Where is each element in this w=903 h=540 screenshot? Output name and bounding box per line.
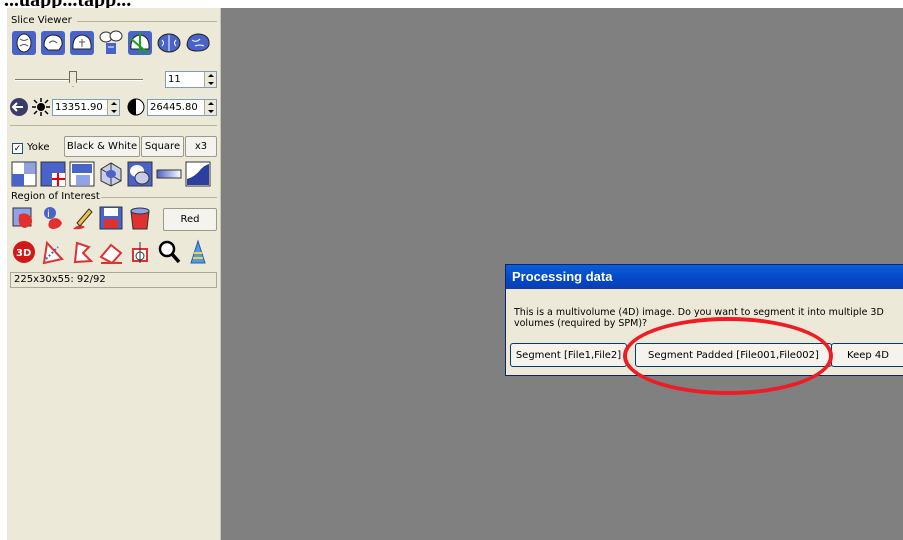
roi-color-button[interactable]: Red (163, 208, 217, 231)
x3-button[interactable]: x3 (185, 136, 217, 157)
coronal-view-icon[interactable] (68, 29, 96, 57)
freehand-outline-icon[interactable] (68, 238, 96, 266)
yoke-label: Yoke (27, 142, 50, 153)
sagittal-view-icon[interactable] (39, 29, 67, 57)
contrast-field[interactable]: 26445.80 (147, 99, 217, 116)
slice-number-field[interactable]: 11 (165, 71, 217, 88)
processing-dialog: Processing data This is a multivolume (4… (505, 264, 903, 376)
dialog-title: Processing data (506, 265, 903, 289)
histogram-icon[interactable] (184, 160, 212, 188)
freehand-fill-icon[interactable] (39, 238, 67, 266)
roi-save-icon[interactable] (97, 204, 125, 232)
black-white-button[interactable]: Black & White (64, 136, 140, 157)
svg-text:3D: 3D (16, 248, 31, 259)
segment-button[interactable]: Segment [File1,File2] (510, 343, 627, 367)
brightness-icon (31, 97, 51, 117)
roi-label: Region of Interest (11, 191, 100, 202)
contrast-spinner[interactable] (204, 100, 216, 115)
group-divider (77, 21, 217, 22)
cut-icon[interactable] (126, 238, 154, 266)
roi-icon-row: i (10, 204, 154, 232)
segment-padded-button[interactable]: Segment Padded [File001,File002] (635, 343, 832, 367)
slice-spinner[interactable] (204, 72, 216, 87)
left-control-panel: Slice Viewer 11 13351.90 26445.80 ✓ Yoke… (7, 8, 221, 540)
contrast-icon (127, 98, 145, 116)
arrow-left-icon[interactable] (9, 97, 29, 117)
overlay-layout-icon[interactable] (10, 160, 38, 188)
brightness-value: 13351.90 (55, 102, 103, 113)
axial-view-icon[interactable] (10, 29, 38, 57)
render-side-icon[interactable] (184, 29, 212, 57)
layout-icon-row (10, 160, 212, 188)
3d-render-icon[interactable] (97, 160, 125, 188)
slice-number-value: 11 (168, 74, 181, 85)
mosaic-layout-icon[interactable] (126, 160, 154, 188)
roi-info-icon[interactable]: i (39, 204, 67, 232)
colorbar-icon[interactable] (155, 160, 183, 188)
roi-open-icon[interactable] (10, 204, 38, 232)
3d-roi-icon[interactable]: 3D (10, 238, 38, 266)
view-icon-row (10, 29, 212, 57)
contrast-value: 26445.80 (150, 102, 198, 113)
status-bar: 225x30x55: 92/92 (10, 272, 217, 288)
crosshair-layout-icon[interactable] (39, 160, 67, 188)
draw-tool-row: 3D (10, 238, 212, 266)
dialog-message: This is a multivolume (4D) image. Do you… (514, 307, 884, 329)
roi-pen-icon[interactable] (68, 204, 96, 232)
crosshair-view-icon[interactable] (126, 29, 154, 57)
group-divider (101, 197, 217, 198)
slice-viewer-label: Slice Viewer (11, 15, 72, 26)
keep-4d-button[interactable]: Keep 4D (831, 343, 903, 367)
roi-clear-icon[interactable] (126, 204, 154, 232)
yoke-checkbox[interactable]: ✓ (12, 143, 23, 154)
slice-slider-track[interactable] (15, 79, 143, 81)
brightness-spinner[interactable] (107, 100, 119, 115)
split-layout-icon[interactable] (68, 160, 96, 188)
square-button[interactable]: Square (141, 136, 184, 157)
render-front-icon[interactable] (155, 29, 183, 57)
eraser-icon[interactable] (97, 238, 125, 266)
divider (10, 125, 217, 126)
svg-text:i: i (47, 209, 50, 220)
cone-icon[interactable] (184, 238, 212, 266)
magnifier-icon[interactable] (155, 238, 183, 266)
multiplanar-view-icon[interactable] (97, 29, 125, 57)
brightness-field[interactable]: 13351.90 (52, 99, 120, 116)
slice-slider-thumb[interactable] (69, 71, 77, 87)
